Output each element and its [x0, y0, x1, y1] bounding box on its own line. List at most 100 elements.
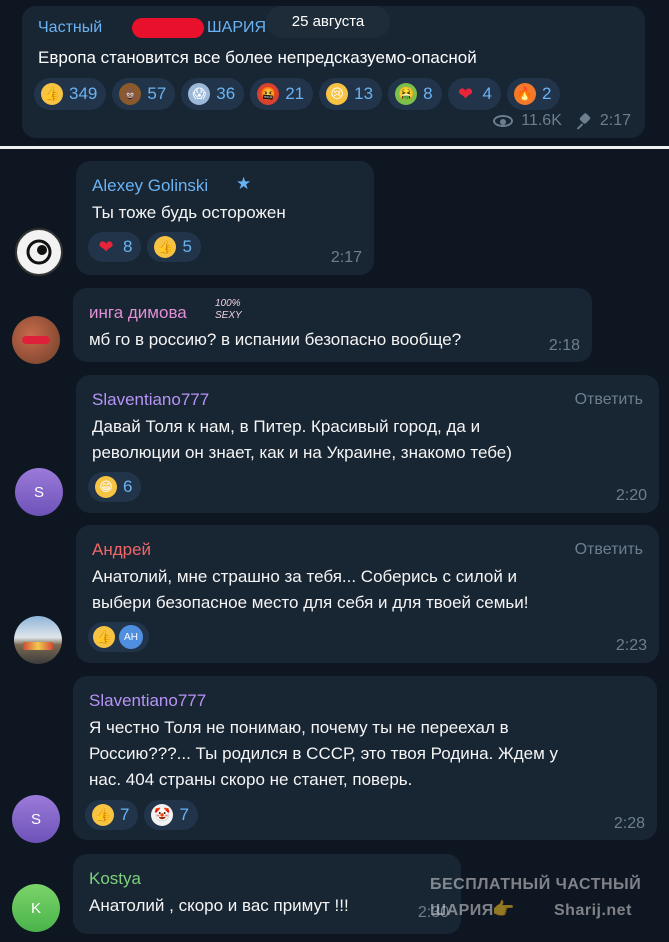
reaction-cursing[interactable]: 🤬 21: [250, 78, 314, 110]
comment-time: 2:17: [330, 249, 362, 266]
views-count: 11.6K: [521, 112, 562, 129]
comment-bubble: Андрей Ответить Анатолий, мне страшно за…: [76, 525, 659, 663]
comment-reactions: 👍 AH: [88, 622, 149, 652]
comment-author[interactable]: инга димова: [89, 303, 187, 323]
reactor-avatar: AH: [119, 625, 143, 649]
thumbs-up-icon: 👍: [93, 626, 115, 648]
comment-bubble: Alexey Golinski ★ Ты тоже будь осторожен…: [76, 161, 374, 275]
reaction-thumbs-up[interactable]: 👍 349: [34, 78, 107, 110]
avatar[interactable]: [12, 316, 60, 364]
redaction-mark: [132, 18, 204, 38]
avatar-art: [26, 239, 52, 265]
reaction-count: 7: [179, 805, 189, 824]
reaction-count: 36: [216, 84, 236, 103]
comment-author[interactable]: Андрей: [92, 540, 151, 560]
cursing-face-icon: 🤬: [257, 83, 280, 105]
comment-text-line: революции он знает, как и на Украине, зн…: [92, 443, 512, 462]
poop-icon: 💩: [119, 83, 142, 105]
avatar-photo-mark: [23, 642, 53, 650]
post-meta: 11.6K 2:17: [493, 112, 631, 130]
comment-author[interactable]: Kostya: [89, 869, 141, 889]
channel-name-end[interactable]: ШАРИЯ: [207, 19, 266, 37]
reaction-thumbs-up[interactable]: 👍 7: [85, 800, 139, 830]
comment-text: Ты тоже будь осторожен: [92, 203, 286, 222]
reaction-count: 5: [182, 237, 192, 256]
reaction-count: 2: [542, 84, 552, 103]
comment-text: мб го в россию? в испании безопасно вооб…: [89, 330, 462, 349]
reaction-grinning[interactable]: 😁 6: [88, 472, 142, 502]
thumbs-up-icon: 👍: [41, 83, 63, 105]
grinning-face-icon: 😁: [95, 476, 117, 498]
comment-time: 2:18: [548, 337, 580, 354]
reaction-heart[interactable]: ❤ 8: [88, 232, 142, 262]
comment-text-line: выбери безопасное место для себя и для т…: [92, 593, 529, 612]
avatar[interactable]: K: [12, 884, 60, 932]
reaction-crying[interactable]: 😢 13: [319, 78, 383, 110]
comment-text-line: Я честно Толя не понимаю, почему ты не п…: [89, 718, 509, 737]
comment-time: 2:23: [615, 637, 647, 654]
avatar[interactable]: [15, 228, 63, 276]
watermark-line-1: БЕСПЛАТНЫЙ ЧАСТНЫЙ: [430, 876, 642, 893]
comment-author[interactable]: Slaventiano777: [92, 390, 209, 410]
thumbs-up-icon: 👍: [92, 804, 114, 826]
comment-reactions: 😁 6: [88, 472, 142, 502]
reaction-count: 8: [123, 237, 133, 256]
watermark-line-2: ШАРИЯ: [430, 902, 494, 919]
views-eye-icon: [493, 115, 514, 127]
reaction-count: 6: [123, 477, 133, 496]
avatar[interactable]: [14, 616, 62, 664]
pointing-hand-icon: 👉: [492, 899, 515, 919]
comment-text-line: Давай Толя к нам, в Питер. Красивый горо…: [92, 417, 481, 436]
comment-text-line: Россию???... Ты родился в СССР, это твоя…: [89, 744, 559, 763]
post-reactions: 👍 349 💩 57 😱 36 🤬 21 😢 13 🤮 8 ❤ 4 🔥 2: [34, 78, 561, 110]
reaction-vomiting[interactable]: 🤮 8: [388, 78, 442, 110]
fire-icon: 🔥: [514, 83, 536, 105]
reaction-count: 7: [120, 805, 130, 824]
scream-face-icon: 😱: [188, 83, 211, 105]
reaction-count: 4: [482, 84, 492, 103]
channel-name-start[interactable]: Частный: [38, 19, 102, 37]
comment-reactions: ❤ 8 👍 5: [88, 232, 201, 262]
author-badge: 100% SEXY: [215, 298, 242, 321]
post-time: 2:17: [599, 112, 631, 129]
comment-reactions: 👍 7 🤡 7: [85, 800, 198, 830]
comment-bubble: инга димова 100% SEXY мб го в россию? в …: [73, 288, 592, 362]
watermark-line-3: Sharij.net: [554, 902, 632, 919]
reaction-clown[interactable]: 🤡 7: [144, 800, 198, 830]
pin-icon: [578, 114, 592, 128]
clown-face-icon: 🤡: [151, 804, 174, 826]
heart-icon: ❤: [98, 236, 114, 257]
reply-button[interactable]: Ответить: [575, 541, 643, 559]
comment-text-line: нас. 404 страны скоро не станет, поверь.: [89, 770, 413, 789]
reaction-fire[interactable]: 🔥 2: [507, 78, 561, 110]
comment-bubble: Kostya Анатолий , скоро и вас примут !!!…: [73, 854, 461, 934]
reaction-heart[interactable]: ❤ 4: [447, 78, 501, 110]
reaction-poop[interactable]: 💩 57: [112, 78, 176, 110]
comment-author[interactable]: Alexey Golinski: [92, 176, 208, 196]
reaction-thumbs-up[interactable]: 👍 5: [147, 232, 201, 262]
comment-bubble: Slaventiano777 Я честно Толя не понимаю,…: [73, 676, 657, 840]
thumbs-up-icon: 👍: [154, 236, 177, 258]
heart-icon: ❤: [457, 83, 474, 104]
comment-time: 2:28: [613, 815, 645, 832]
vomiting-face-icon: 🤮: [395, 83, 418, 105]
reaction-count: 8: [423, 84, 433, 103]
star-badge-icon: ★: [236, 174, 252, 193]
date-pill: 25 августа: [266, 6, 390, 38]
avatar[interactable]: S: [15, 468, 63, 516]
avatar[interactable]: S: [12, 795, 60, 843]
comment-text-line: Анатолий, мне страшно за тебя... Соберис…: [92, 567, 518, 586]
reaction-count: 21: [285, 84, 305, 103]
comment-bubble: Slaventiano777 Ответить Давай Толя к нам…: [76, 375, 659, 513]
comment-author[interactable]: Slaventiano777: [89, 691, 206, 711]
reply-button[interactable]: Ответить: [575, 391, 643, 409]
reaction-thumbs-up[interactable]: 👍 AH: [88, 622, 149, 652]
post-text: Европа становится все более непредсказуе…: [38, 48, 477, 67]
reaction-scream[interactable]: 😱 36: [181, 78, 245, 110]
reaction-count: 13: [354, 84, 374, 103]
comment-text: Анатолий , скоро и вас примут !!!: [89, 896, 349, 915]
reaction-count: 57: [147, 84, 167, 103]
comments-divider: [0, 146, 669, 149]
reaction-count: 349: [69, 84, 98, 103]
comment-time: 2:20: [615, 487, 647, 504]
